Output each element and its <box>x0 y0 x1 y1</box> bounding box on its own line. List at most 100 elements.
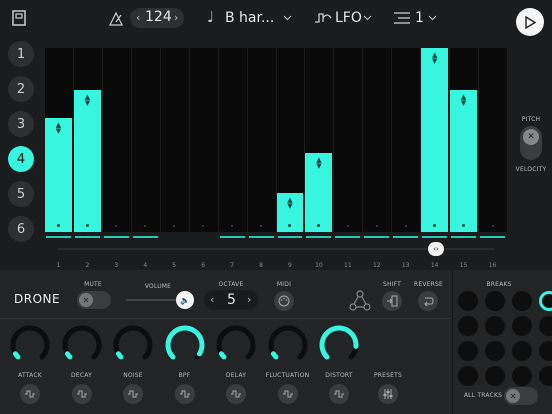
break-pad[interactable] <box>539 366 552 386</box>
tempo-decrement-icon[interactable]: ‹ <box>136 11 140 24</box>
step-number: 15 <box>459 262 468 269</box>
midi-button[interactable] <box>274 291 294 311</box>
step-number: 5 <box>172 262 177 269</box>
break-pad[interactable] <box>539 341 552 361</box>
pattern-selector[interactable]: 1 <box>392 7 444 29</box>
step-dot <box>346 225 349 227</box>
step-column[interactable] <box>478 48 507 232</box>
all-tracks-toggle[interactable]: ✕ <box>504 387 538 405</box>
step-column[interactable] <box>188 48 218 232</box>
track-button-4[interactable]: 4 <box>8 146 34 172</box>
step-bar[interactable]: ▲ ▼ <box>45 117 72 232</box>
knob-attack[interactable] <box>9 324 51 366</box>
presets-button[interactable] <box>378 384 398 404</box>
reverse-button[interactable] <box>418 291 438 311</box>
step-bar[interactable]: ▲ ▼ <box>73 90 101 232</box>
break-pad[interactable] <box>512 291 532 311</box>
octave-stepper[interactable]: ‹ 5 › <box>204 290 258 310</box>
waveform-button[interactable] <box>174 384 195 404</box>
waveform-button[interactable] <box>71 384 92 404</box>
key-selector[interactable]: ♩ B har... <box>205 7 297 29</box>
waveform-button[interactable] <box>329 384 349 404</box>
knob-fluctuation[interactable] <box>267 324 309 366</box>
octave-increment-icon[interactable]: › <box>247 293 251 306</box>
speaker-icon: 🔈 <box>180 295 190 305</box>
step-column[interactable] <box>333 48 362 232</box>
reverse-label: REVERSE <box>414 281 444 288</box>
step-bar[interactable]: ▲ ▼ <box>305 152 333 232</box>
mode-selector[interactable]: LFO <box>313 7 375 29</box>
step-column[interactable] <box>362 48 391 232</box>
break-pad[interactable] <box>485 341 505 361</box>
waveform-button[interactable] <box>277 384 298 404</box>
step-scroll-handle[interactable]: ‹› <box>428 242 444 256</box>
step-bar[interactable]: ▲ ▼ <box>276 193 304 232</box>
step-bar[interactable]: ▲ ▼ <box>421 48 449 232</box>
track-button-3[interactable]: 3 <box>8 111 34 137</box>
step-column[interactable] <box>217 48 247 232</box>
track-button-6[interactable]: 6 <box>8 216 34 242</box>
knob-distort[interactable] <box>318 324 360 366</box>
chevron-down-icon <box>363 15 372 21</box>
waveform-button[interactable] <box>123 384 143 404</box>
chevron-down-icon <box>283 15 292 21</box>
step-column[interactable] <box>246 48 276 232</box>
step-number: 11 <box>344 262 352 269</box>
step-number: 14 <box>430 262 439 269</box>
step-number: 9 <box>288 262 292 269</box>
step-dot <box>462 223 466 227</box>
knob-delay[interactable] <box>215 324 257 366</box>
step-dot <box>491 225 494 227</box>
knob-decay[interactable] <box>61 324 103 366</box>
break-pad[interactable] <box>458 341 478 361</box>
step-column[interactable] <box>159 48 189 232</box>
step-gate-line <box>219 236 245 238</box>
break-pad[interactable] <box>539 316 552 336</box>
step-number: 6 <box>201 262 206 269</box>
break-pad[interactable] <box>485 366 505 386</box>
mute-toggle[interactable]: ✕ <box>77 291 111 309</box>
pitch-velocity-toggle[interactable]: ✕ <box>520 126 542 160</box>
step-column[interactable] <box>130 48 160 232</box>
app-logo-icon <box>12 10 26 26</box>
chevron-down-icon <box>428 15 437 21</box>
divider <box>452 270 453 414</box>
step-gate-line <box>277 236 303 238</box>
step-number: 10 <box>315 262 323 269</box>
break-pad[interactable] <box>458 366 478 386</box>
network-icon[interactable] <box>349 290 371 312</box>
app: ‹ 124 › ♩ B har... LFO 1 1 2 3 4 5 6 ▲ ▼… <box>0 0 552 414</box>
drag-arrows-icon: ▲ ▼ <box>84 93 91 108</box>
step-column[interactable] <box>391 48 420 232</box>
step-grid[interactable]: ▲ ▼ ▲ ▼ ▲ ▼ ▲ ▼ ▲ ▼ ▲ ▼ <box>44 48 507 232</box>
waveform-button[interactable] <box>226 384 246 404</box>
track-button-2[interactable]: 2 <box>8 76 34 102</box>
tempo-stepper[interactable]: ‹ 124 › <box>130 8 184 28</box>
metronome-icon[interactable] <box>108 11 124 26</box>
break-pad[interactable] <box>485 291 505 311</box>
break-pad[interactable] <box>512 316 532 336</box>
break-pad[interactable] <box>458 291 478 311</box>
break-pad[interactable] <box>458 316 478 336</box>
waveform-button[interactable] <box>20 384 40 404</box>
play-button[interactable] <box>516 8 544 36</box>
step-bar[interactable]: ▲ ▼ <box>450 90 478 232</box>
break-pad[interactable] <box>539 291 552 311</box>
tempo-increment-icon[interactable]: › <box>174 11 178 24</box>
volume-slider-thumb[interactable]: 🔈 <box>176 291 194 309</box>
step-gate-line <box>74 236 100 238</box>
note-icon: ♩ <box>207 8 215 26</box>
waveform-icon <box>25 390 35 398</box>
pitch-label: PITCH <box>521 116 541 123</box>
break-pad[interactable] <box>485 316 505 336</box>
octave-decrement-icon[interactable]: ‹ <box>210 293 214 306</box>
knob-noise[interactable] <box>112 324 154 366</box>
step-number: 1 <box>56 262 61 269</box>
track-button-5[interactable]: 5 <box>8 181 34 207</box>
track-button-1[interactable]: 1 <box>8 41 34 67</box>
break-pad[interactable] <box>512 341 532 361</box>
break-pad[interactable] <box>512 366 532 386</box>
step-column[interactable] <box>101 48 131 232</box>
shift-button[interactable] <box>382 291 402 311</box>
knob-bpf[interactable] <box>164 324 206 366</box>
